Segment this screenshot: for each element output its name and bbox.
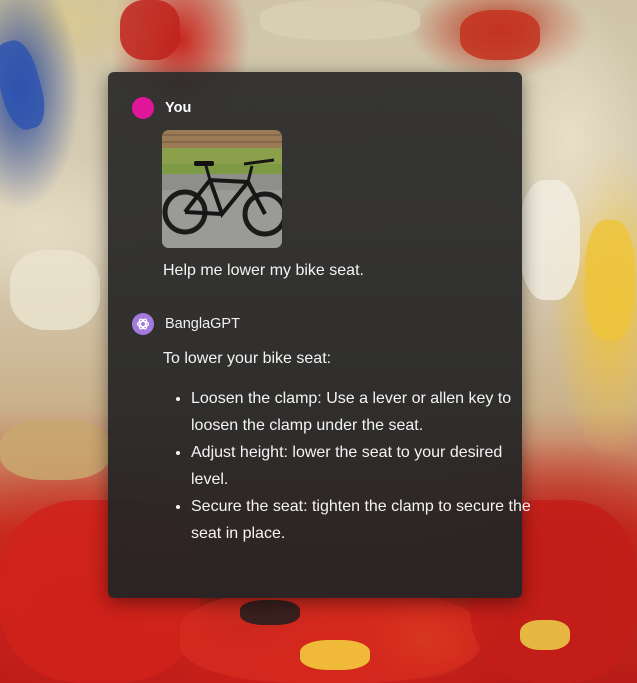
openai-logo-icon <box>136 318 150 330</box>
paint-stroke <box>0 420 110 480</box>
assistant-intro-text: To lower your bike seat: <box>163 350 332 367</box>
assistant-message-header: BanglaGPT <box>132 313 240 335</box>
user-name: You <box>165 100 192 116</box>
chat-panel: You Help me lower my bike seat. BanglaGP… <box>108 72 531 598</box>
paint-stroke <box>520 180 580 300</box>
paint-stroke <box>520 620 570 650</box>
bike-photo-attachment[interactable] <box>162 130 282 248</box>
user-message-text: Help me lower my bike seat. <box>163 262 364 279</box>
paint-stroke <box>120 0 180 60</box>
paint-stroke <box>240 600 300 625</box>
list-item: Secure the seat: tighten the clamp to se… <box>191 493 531 547</box>
paint-stroke <box>0 36 51 134</box>
user-avatar <box>132 97 154 119</box>
assistant-name: BanglaGPT <box>165 316 240 332</box>
paint-stroke <box>260 0 420 40</box>
instruction-list: Loosen the clamp: Use a lever or allen k… <box>163 385 531 547</box>
bike-photo-image <box>162 130 282 248</box>
user-message-header: You <box>132 97 191 119</box>
assistant-avatar <box>132 313 154 335</box>
paint-stroke <box>585 220 635 340</box>
paint-stroke <box>460 10 540 60</box>
list-item: Loosen the clamp: Use a lever or allen k… <box>191 385 531 439</box>
list-item: Adjust height: lower the seat to your de… <box>191 439 531 493</box>
paint-stroke <box>300 640 370 670</box>
paint-stroke <box>10 250 100 330</box>
